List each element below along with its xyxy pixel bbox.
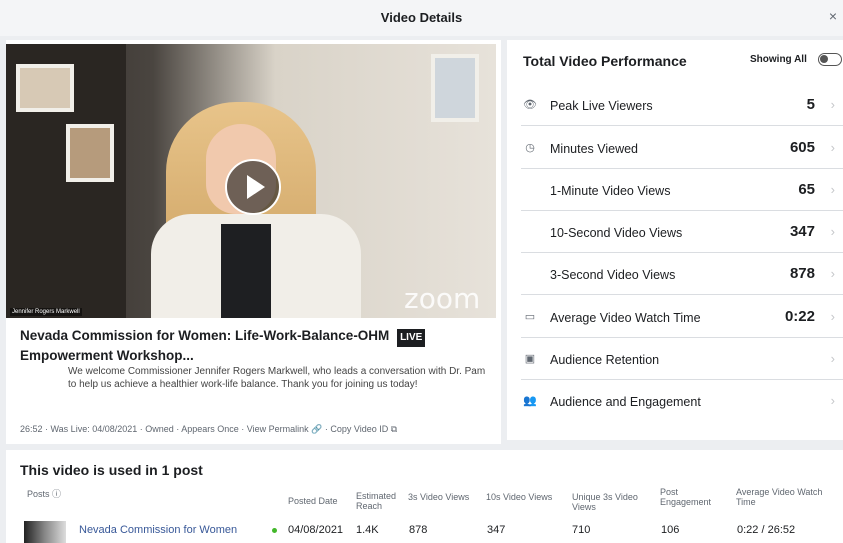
eye-icon: 👁 — [523, 99, 537, 111]
people-icon: 👥 — [523, 395, 537, 407]
post-name-link[interactable]: Nevada Commission for Women — [79, 524, 237, 536]
chevron-right-icon: › — [830, 224, 835, 239]
film-icon: ▣ — [524, 353, 536, 365]
metric-average-watch-time[interactable]: ▭ Average Video Watch Time 0:22 › — [516, 296, 843, 338]
chevron-right-icon: › — [830, 140, 835, 155]
chevron-right-icon: › — [830, 309, 835, 324]
video-icon: ▭ — [524, 311, 536, 323]
col-posted-date[interactable]: Posted Date — [288, 496, 338, 506]
video-meta[interactable]: 26:52 · Was Live: 04/08/2021 · Owned · A… — [20, 424, 495, 435]
dialog-header: Video Details × — [0, 0, 843, 36]
metric-3-second-views[interactable]: 3-Second Video Views 878 › — [516, 253, 843, 295]
cell-posted-date: 04/08/2021 — [288, 524, 344, 536]
cell-post-engagement: 106 — [661, 524, 680, 536]
video-player[interactable]: Jennifer Rogers Markwell zoom — [6, 44, 496, 318]
metric-label: Peak Live Viewers — [550, 99, 653, 113]
presenter-nametag: Jennifer Rogers Markwell — [10, 308, 82, 316]
post-thumbnail[interactable] — [24, 521, 66, 543]
divider — [521, 125, 843, 126]
chevron-right-icon: › — [830, 266, 835, 281]
metric-audience-engagement[interactable]: 👥 Audience and Engagement › — [516, 380, 843, 422]
metric-value: 878 — [789, 265, 815, 282]
metric-label: Audience Retention — [550, 353, 660, 367]
cell-10s-views: 347 — [487, 524, 506, 536]
cell-3s-views: 878 — [409, 524, 428, 536]
col-posts-label: Posts — [27, 489, 50, 499]
metric-label: Average Video Watch Time — [550, 311, 701, 325]
metric-value: 347 — [789, 223, 815, 240]
cell-avg-watch-time: 0:22 / 26:52 — [737, 524, 796, 536]
metric-1-minute-views[interactable]: 1-Minute Video Views 65 › — [516, 169, 843, 211]
play-icon[interactable] — [225, 159, 281, 215]
chevron-right-icon: › — [830, 182, 835, 197]
metric-label: 1-Minute Video Views — [550, 184, 671, 198]
info-icon[interactable]: ⓘ — [52, 489, 61, 499]
zoom-watermark: zoom — [404, 282, 481, 315]
metric-minutes-viewed[interactable]: ◷ Minutes Viewed 605 › — [516, 127, 843, 169]
col-avg-watch-time[interactable]: Average Video Watch Time — [736, 487, 826, 507]
posts-section-title: This video is used in 1 post — [20, 462, 203, 478]
divider — [521, 294, 843, 295]
video-title[interactable]: Nevada Commission for Women: Life-Work-B… — [20, 327, 490, 365]
metric-value: 65 — [798, 181, 815, 198]
metric-label: 3-Second Video Views — [550, 268, 676, 282]
metric-peak-live-viewers[interactable]: 👁 Peak Live Viewers 5 › — [516, 84, 843, 126]
metric-audience-retention[interactable]: ▣ Audience Retention › — [516, 338, 843, 380]
close-icon[interactable]: × — [829, 8, 837, 24]
presenter-shirt — [221, 224, 271, 318]
live-badge: LIVE — [397, 329, 426, 347]
showing-all-label: Showing All — [750, 54, 807, 65]
chevron-right-icon: › — [830, 97, 835, 112]
showing-all-toggle[interactable] — [818, 53, 842, 66]
video-title-line1: Nevada Commission for Women: Life-Work-B… — [20, 328, 390, 343]
performance-title: Total Video Performance — [523, 53, 687, 69]
col-estimated-reach[interactable]: Estimated Reach — [356, 491, 400, 511]
chevron-right-icon: › — [830, 393, 835, 408]
metric-value: 605 — [789, 139, 815, 156]
metric-value: 0:22 — [784, 308, 815, 325]
background-frame — [16, 64, 74, 112]
metric-label: 10-Second Video Views — [550, 226, 683, 240]
metric-label: Audience and Engagement — [550, 395, 701, 409]
col-10s-views[interactable]: 10s Video Views — [486, 492, 568, 502]
video-description: We welcome Commissioner Jennifer Rogers … — [68, 366, 486, 390]
cell-estimated-reach: 1.4K — [356, 524, 379, 536]
metric-value: 5 — [806, 96, 815, 113]
clock-icon: ◷ — [525, 142, 535, 154]
chevron-right-icon: › — [830, 351, 835, 366]
metric-10-second-views[interactable]: 10-Second Video Views 347 › — [516, 211, 843, 253]
col-posts[interactable]: Posts ⓘ — [27, 489, 61, 499]
col-unique-3s[interactable]: Unique 3s Video Views — [572, 492, 658, 512]
background-frame — [66, 124, 114, 182]
video-title-line2: Empowerment Workshop... — [20, 348, 194, 363]
dialog-title: Video Details — [380, 10, 463, 25]
cell-unique-3s: 710 — [572, 524, 591, 536]
col-post-engagement[interactable]: Post Engagement — [660, 487, 728, 507]
background-frame — [431, 54, 479, 122]
status-dot-icon — [272, 528, 277, 533]
col-3s-views[interactable]: 3s Video Views — [408, 492, 478, 502]
metric-label: Minutes Viewed — [550, 142, 639, 156]
